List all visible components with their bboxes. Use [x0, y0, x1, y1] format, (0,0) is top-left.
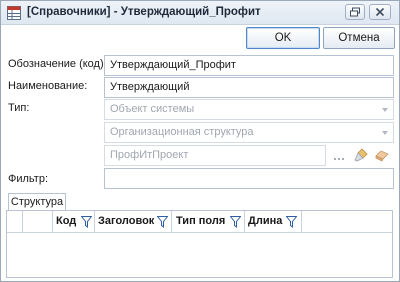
type-label: Тип: [8, 102, 30, 114]
column-header-field-type-label: Тип поля [176, 215, 226, 227]
restore-button[interactable] [345, 4, 365, 20]
subtype-select[interactable]: Организационная структура [104, 122, 394, 143]
table-app-icon [7, 6, 21, 20]
filter-icon[interactable] [286, 216, 297, 228]
column-header-field-type[interactable]: Тип поля [172, 211, 245, 233]
ellipsis-icon[interactable] [331, 147, 347, 163]
window-title: [Справочники] - Утверждающий_Профит [27, 6, 261, 18]
restore-icon [350, 7, 360, 17]
filter-label: Фильтр: [8, 173, 49, 185]
close-button[interactable] [369, 4, 391, 20]
column-header-length-label: Длина [248, 215, 283, 227]
column-header-code-label: Код [56, 215, 77, 227]
project-field[interactable]: ПрофИтПроект [104, 145, 326, 166]
name-field[interactable]: Утверждающий [104, 77, 394, 98]
chevron-down-icon [382, 131, 388, 135]
dialog-window: [Справочники] - Утверждающий_Профит OK О… [0, 0, 400, 282]
filter-icon[interactable] [157, 216, 168, 228]
code-field[interactable]: Утверждающий_Профит [104, 55, 394, 76]
name-label: Наименование: [8, 80, 88, 92]
column-header-length[interactable]: Длина [245, 211, 302, 233]
code-label: Обозначение (код): [8, 58, 107, 70]
filter-icon[interactable] [230, 216, 241, 228]
brush-icon[interactable] [353, 147, 369, 163]
close-icon [375, 7, 385, 17]
type-select[interactable]: Объект системы [104, 99, 394, 120]
filter-field[interactable] [104, 168, 394, 189]
chevron-down-icon [382, 108, 388, 112]
eraser-icon[interactable] [374, 147, 390, 163]
ok-button[interactable]: OK [246, 27, 320, 49]
type-select-value: Объект системы [110, 103, 195, 115]
grid-header: Код Заголовок Тип поля Длина [7, 211, 392, 233]
subtype-select-value: Организационная структура [110, 126, 254, 138]
filter-icon[interactable] [81, 216, 92, 228]
column-header-title[interactable]: Заголовок [95, 211, 172, 233]
column-header-code[interactable]: Код [53, 211, 95, 233]
cancel-button[interactable]: Отмена [323, 27, 395, 49]
row-indicator-column [7, 211, 23, 233]
structure-grid[interactable]: Код Заголовок Тип поля Длина [6, 210, 393, 278]
column-header-title-label: Заголовок [98, 215, 155, 227]
selector-column [23, 211, 53, 233]
title-bar[interactable]: [Справочники] - Утверждающий_Профит [1, 1, 399, 25]
tab-structure[interactable]: Структура [8, 193, 66, 211]
